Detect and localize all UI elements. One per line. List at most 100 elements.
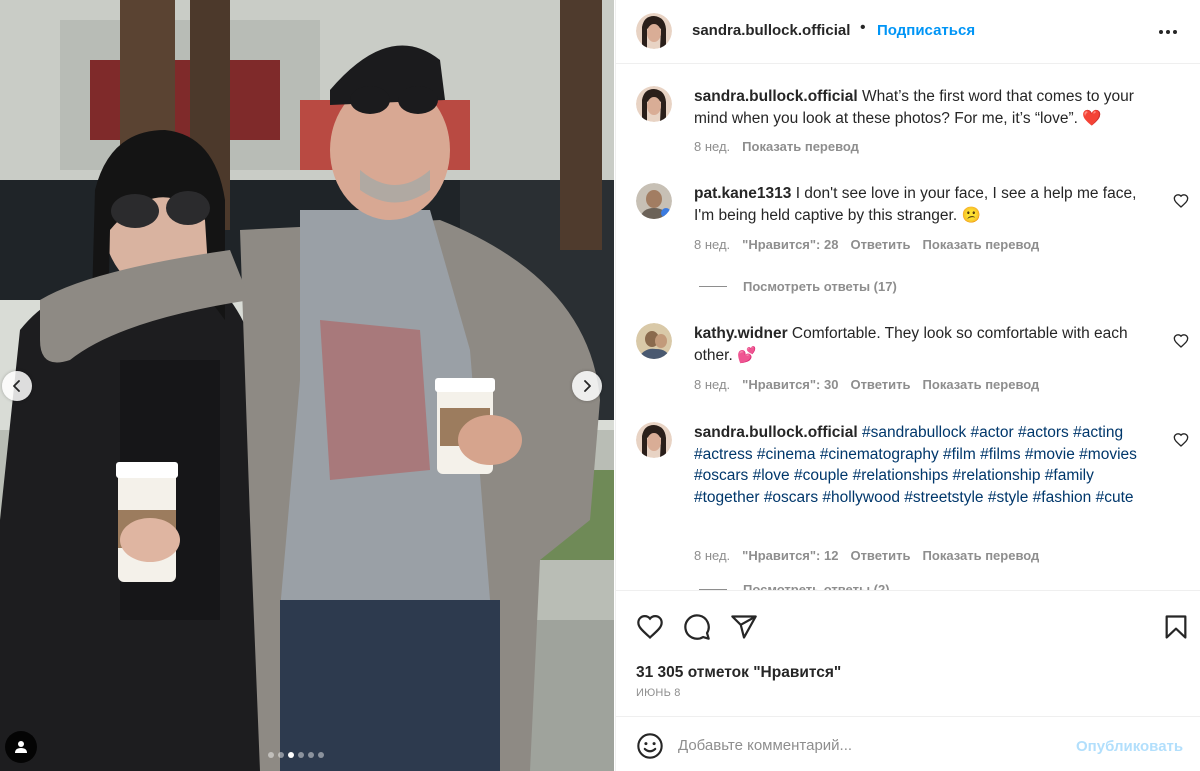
view-replies-button[interactable]: Посмотреть ответы (17)	[699, 279, 897, 294]
avatar-image	[636, 183, 672, 219]
heart-icon[interactable]	[1173, 333, 1189, 349]
paper-plane-icon[interactable]	[730, 613, 758, 641]
caption-meta: 8 нед. Показать перевод	[694, 139, 859, 154]
post-details-panel: sandra.bullock.official • Подписаться sa…	[615, 0, 1200, 771]
post-photo	[0, 0, 614, 771]
translate-link[interactable]: Показать перевод	[923, 237, 1040, 252]
comment-time[interactable]: 8 нед.	[694, 237, 730, 252]
caption-time[interactable]: 8 нед.	[694, 139, 730, 154]
avatar[interactable]	[636, 422, 672, 458]
avatar[interactable]	[636, 13, 672, 49]
carousel-dot	[298, 752, 304, 758]
comment-text-block: kathy.widner Comfortable. They look so c…	[694, 323, 1154, 366]
comment-meta: 8 нед. "Нравится": 28 Ответить Показать …	[694, 237, 1039, 252]
hashtag-link[interactable]: #relationships	[853, 467, 949, 484]
tagged-users-button[interactable]	[5, 731, 37, 763]
carousel-dot	[278, 752, 284, 758]
hashtag-link[interactable]: #together	[694, 489, 760, 506]
author-username[interactable]: sandra.bullock.official	[692, 22, 850, 39]
comment-item: kathy.widner Comfortable. They look so c…	[636, 323, 1189, 403]
carousel-dot	[268, 752, 274, 758]
hashtag-link[interactable]: #actors	[1018, 424, 1069, 441]
hashtag-link[interactable]: #cinema	[757, 446, 816, 463]
bookmark-icon[interactable]	[1162, 613, 1190, 641]
previous-photo-button[interactable]	[2, 371, 32, 401]
comments-list[interactable]: sandra.bullock.official What’s the first…	[616, 65, 1200, 590]
caption-translate-link[interactable]: Показать перевод	[742, 139, 859, 154]
translate-link[interactable]: Показать перевод	[923, 377, 1040, 392]
hashtag-link[interactable]: #couple	[794, 467, 848, 484]
likes-count[interactable]: 31 305 отметок "Нравится"	[636, 664, 841, 682]
carousel-dot	[308, 752, 314, 758]
avatar[interactable]	[636, 323, 672, 359]
view-replies-label: Посмотреть ответы (17)	[743, 279, 897, 294]
carousel-dot	[288, 752, 294, 758]
reply-button[interactable]: Ответить	[850, 377, 910, 392]
post-header: sandra.bullock.official • Подписаться	[616, 0, 1200, 64]
comment-text-block: pat.kane1313 I don't see love in your fa…	[694, 183, 1154, 226]
translate-link[interactable]: Показать перевод	[923, 548, 1040, 563]
hashtag-link[interactable]: #movies	[1079, 446, 1137, 463]
comment-username[interactable]: pat.kane1313	[694, 185, 791, 202]
comment-input[interactable]	[676, 731, 1056, 759]
comment-likes[interactable]: "Нравится": 30	[742, 377, 838, 392]
reply-button[interactable]: Ответить	[850, 548, 910, 563]
more-options-button[interactable]	[1156, 22, 1180, 42]
hashtag-link[interactable]: #fashion	[1033, 489, 1092, 506]
hashtag-link[interactable]: #acting	[1073, 424, 1123, 441]
view-replies-label: Посмотреть ответы (2)	[743, 582, 890, 590]
heart-icon[interactable]	[1173, 193, 1189, 209]
hashtag-link[interactable]: #films	[980, 446, 1020, 463]
hashtag-link[interactable]: #actress	[694, 446, 753, 463]
comment-time[interactable]: 8 нед.	[694, 377, 730, 392]
hashtag-link[interactable]: #sandrabullock	[862, 424, 966, 441]
chevron-left-icon	[13, 380, 20, 392]
comment-meta: 8 нед. "Нравится": 12 Ответить Показать …	[694, 548, 1039, 563]
hashtag-link[interactable]: #oscars	[764, 489, 818, 506]
post-date[interactable]: ИЮНЬ 8	[636, 687, 681, 699]
heart-icon[interactable]	[636, 613, 664, 641]
hashtag-link[interactable]: #actor	[971, 424, 1014, 441]
post-media[interactable]	[0, 0, 614, 771]
more-options-icon	[1159, 30, 1163, 34]
avatar-image	[636, 422, 672, 458]
hashtag-link[interactable]: #film	[943, 446, 976, 463]
hashtag-link[interactable]: #oscars	[694, 467, 748, 484]
user-tag-icon	[15, 741, 27, 753]
follow-button[interactable]: Подписаться	[877, 22, 975, 39]
hashtag-link[interactable]: #love	[753, 467, 790, 484]
next-photo-button[interactable]	[572, 371, 602, 401]
hashtag-link[interactable]: #movie	[1025, 446, 1075, 463]
reply-button[interactable]: Ответить	[850, 237, 910, 252]
caption-text-block: sandra.bullock.official What’s the first…	[694, 86, 1154, 129]
heart-icon[interactable]	[1173, 432, 1189, 448]
avatar-image	[636, 86, 672, 122]
avatar[interactable]	[636, 183, 672, 219]
comment-username[interactable]: sandra.bullock.official	[694, 424, 858, 441]
comment-icon[interactable]	[683, 613, 711, 641]
hashtag-link[interactable]: #cinematography	[820, 446, 939, 463]
comment-composer: Опубликовать	[616, 716, 1200, 771]
publish-button[interactable]: Опубликовать	[1076, 738, 1183, 755]
carousel-indicator	[268, 752, 324, 758]
comment-username[interactable]: kathy.widner	[694, 325, 788, 342]
post-caption: sandra.bullock.official What’s the first…	[636, 86, 1181, 166]
comment-item: sandra.bullock.official #sandrabullock #…	[636, 422, 1189, 572]
view-replies-button[interactable]: Посмотреть ответы (2)	[699, 582, 890, 590]
hashtag-link[interactable]: #family	[1045, 467, 1094, 484]
caption-username[interactable]: sandra.bullock.official	[694, 88, 858, 105]
separator-dot: •	[860, 19, 866, 36]
avatar[interactable]	[636, 86, 672, 122]
comment-time[interactable]: 8 нед.	[694, 548, 730, 563]
chevron-right-icon	[584, 380, 591, 392]
comment-text-block: sandra.bullock.official #sandrabullock #…	[694, 422, 1154, 508]
post-actions: 31 305 отметок "Нравится" ИЮНЬ 8	[616, 590, 1200, 716]
hashtag-link[interactable]: #cute	[1096, 489, 1134, 506]
comment-likes[interactable]: "Нравится": 12	[742, 548, 838, 563]
hashtag-link[interactable]: #relationship	[953, 467, 1041, 484]
hashtag-link[interactable]: #hollywood	[822, 489, 900, 506]
comment-likes[interactable]: "Нравится": 28	[742, 237, 838, 252]
smiley-icon[interactable]	[636, 732, 664, 760]
hashtag-link[interactable]: #streetstyle	[904, 489, 983, 506]
hashtag-link[interactable]: #style	[988, 489, 1029, 506]
